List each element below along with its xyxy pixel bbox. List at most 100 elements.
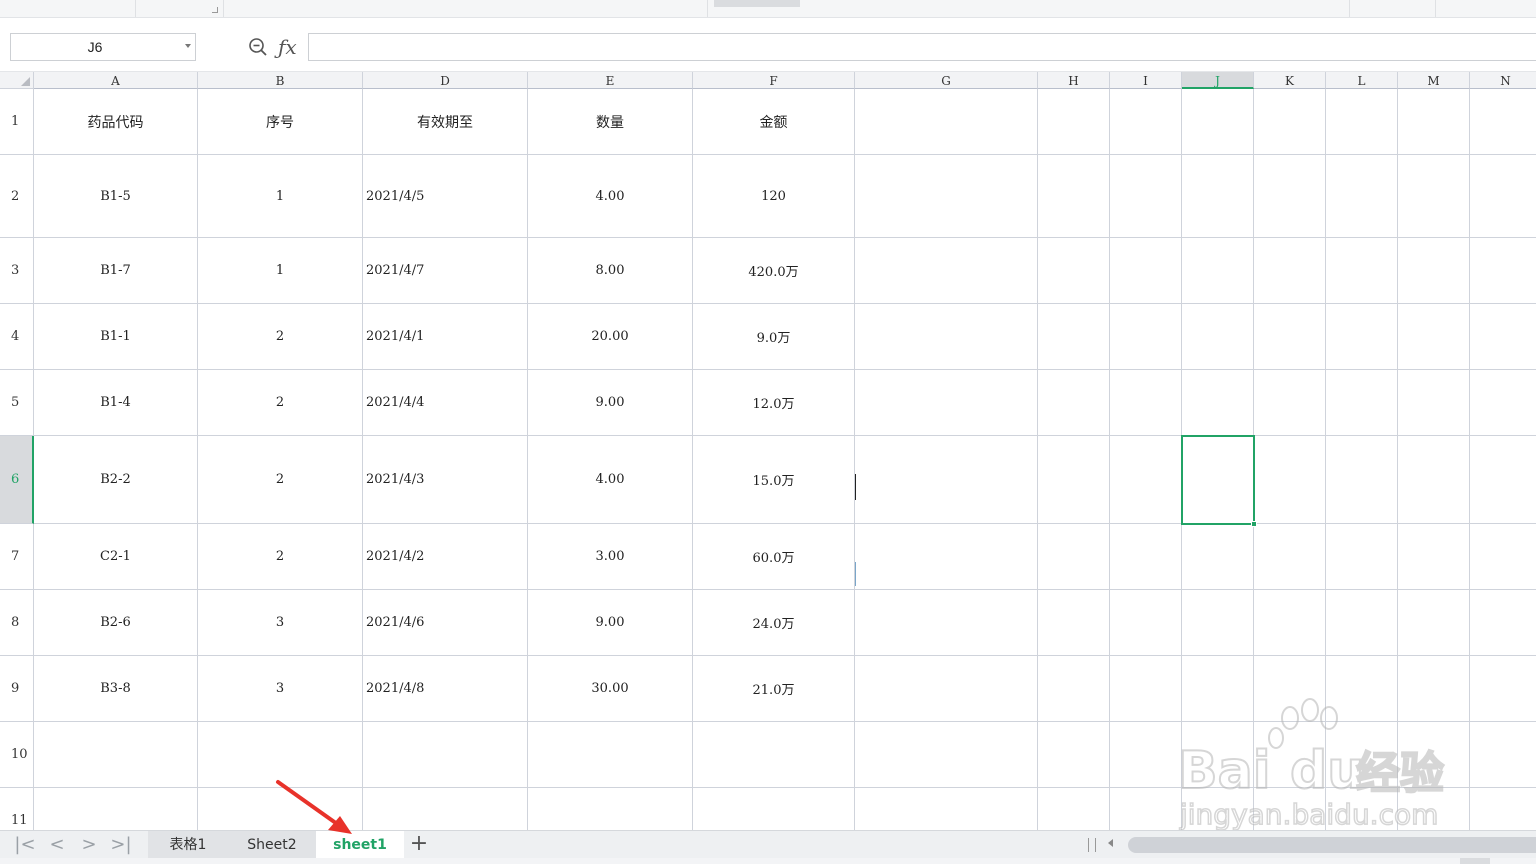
- empty-cell[interactable]: [1182, 788, 1254, 830]
- empty-cell[interactable]: [1182, 590, 1254, 656]
- row-header-11[interactable]: 11: [0, 788, 34, 830]
- scrollbar-thumb[interactable]: [1128, 837, 1536, 853]
- empty-cell[interactable]: [1254, 304, 1326, 370]
- table-header-cell[interactable]: 数量: [528, 89, 693, 155]
- row-header-6[interactable]: 6: [0, 436, 34, 524]
- fill-handle[interactable]: [1251, 521, 1257, 527]
- table-cell[interactable]: B1-5: [34, 155, 198, 238]
- empty-cell[interactable]: [1470, 304, 1536, 370]
- empty-cell[interactable]: [1038, 436, 1110, 524]
- empty-cell[interactable]: [1038, 238, 1110, 304]
- table-cell[interactable]: B1-1: [34, 304, 198, 370]
- empty-cell[interactable]: [1110, 590, 1182, 656]
- table-cell[interactable]: 2021/4/5: [363, 155, 528, 238]
- empty-cell[interactable]: [1326, 436, 1398, 524]
- empty-cell[interactable]: [1470, 155, 1536, 238]
- empty-cell[interactable]: [1182, 524, 1254, 590]
- empty-cell[interactable]: [1326, 155, 1398, 238]
- ribbon-segment[interactable]: [224, 0, 708, 17]
- table-cell[interactable]: 3: [198, 656, 363, 722]
- empty-cell[interactable]: [1470, 89, 1536, 155]
- next-sheet-icon[interactable]: >: [74, 833, 104, 857]
- column-header-f[interactable]: F: [693, 72, 855, 89]
- empty-cell[interactable]: [855, 436, 1038, 524]
- empty-cell[interactable]: [1254, 524, 1326, 590]
- row-header-5[interactable]: 5: [0, 370, 34, 436]
- empty-cell[interactable]: [1038, 722, 1110, 788]
- empty-cell[interactable]: [1470, 722, 1536, 788]
- empty-cell[interactable]: [1470, 238, 1536, 304]
- empty-cell[interactable]: [1110, 155, 1182, 238]
- empty-cell[interactable]: [855, 524, 1038, 590]
- ribbon-segment[interactable]: [1350, 0, 1436, 17]
- empty-cell[interactable]: [1110, 436, 1182, 524]
- table-cell[interactable]: B1-7: [34, 238, 198, 304]
- empty-cell[interactable]: [1326, 370, 1398, 436]
- table-cell[interactable]: 120: [693, 155, 855, 238]
- empty-cell[interactable]: [1038, 89, 1110, 155]
- empty-cell[interactable]: [528, 722, 693, 788]
- table-cell[interactable]: 2: [198, 370, 363, 436]
- empty-cell[interactable]: [1110, 788, 1182, 830]
- empty-cell[interactable]: [1254, 238, 1326, 304]
- row-header-7[interactable]: 7: [0, 524, 34, 590]
- empty-cell[interactable]: [1398, 238, 1470, 304]
- empty-cell[interactable]: [1254, 590, 1326, 656]
- empty-cell[interactable]: [855, 788, 1038, 830]
- column-header-m[interactable]: M: [1398, 72, 1470, 89]
- table-cell[interactable]: 2021/4/7: [363, 238, 528, 304]
- ribbon-segment[interactable]: [1270, 0, 1350, 17]
- empty-cell[interactable]: [1398, 788, 1470, 830]
- empty-cell[interactable]: [1470, 370, 1536, 436]
- empty-cell[interactable]: [1038, 788, 1110, 830]
- column-header-j[interactable]: J: [1182, 72, 1254, 89]
- row-header-9[interactable]: 9: [0, 656, 34, 722]
- empty-cell[interactable]: [1254, 89, 1326, 155]
- empty-cell[interactable]: [1398, 370, 1470, 436]
- name-box[interactable]: J6: [10, 33, 196, 61]
- column-header-n[interactable]: N: [1470, 72, 1536, 89]
- ribbon-segment[interactable]: [0, 0, 136, 17]
- empty-cell[interactable]: [1398, 722, 1470, 788]
- empty-cell[interactable]: [855, 155, 1038, 238]
- split-handle-icon[interactable]: [1088, 838, 1096, 852]
- empty-cell[interactable]: [1326, 788, 1398, 830]
- select-all-corner[interactable]: [0, 72, 34, 89]
- empty-cell[interactable]: [1038, 590, 1110, 656]
- row-header-2[interactable]: 2: [0, 155, 34, 238]
- table-cell[interactable]: 9.0万: [693, 304, 855, 370]
- empty-cell[interactable]: [1326, 89, 1398, 155]
- table-cell[interactable]: 2021/4/3: [363, 436, 528, 524]
- table-cell[interactable]: 9.00: [528, 590, 693, 656]
- table-cell[interactable]: 2021/4/1: [363, 304, 528, 370]
- table-cell[interactable]: 2: [198, 436, 363, 524]
- empty-cell[interactable]: [1110, 304, 1182, 370]
- sheet-tab-1[interactable]: 表格1: [148, 831, 228, 859]
- empty-cell[interactable]: [1038, 656, 1110, 722]
- empty-cell[interactable]: [855, 590, 1038, 656]
- empty-cell[interactable]: [528, 788, 693, 830]
- empty-cell[interactable]: [363, 722, 528, 788]
- empty-cell[interactable]: [855, 370, 1038, 436]
- empty-cell[interactable]: [1254, 788, 1326, 830]
- table-cell[interactable]: 20.00: [528, 304, 693, 370]
- empty-cell[interactable]: [1182, 238, 1254, 304]
- empty-cell[interactable]: [1470, 656, 1536, 722]
- empty-cell[interactable]: [1398, 89, 1470, 155]
- add-sheet-button[interactable]: +: [406, 832, 432, 858]
- table-cell[interactable]: 3.00: [528, 524, 693, 590]
- prev-sheet-icon[interactable]: <: [42, 833, 72, 857]
- table-cell[interactable]: 30.00: [528, 656, 693, 722]
- empty-cell[interactable]: [1326, 304, 1398, 370]
- empty-cell[interactable]: [1254, 436, 1326, 524]
- empty-cell[interactable]: [1254, 722, 1326, 788]
- scroll-left-icon[interactable]: [1108, 839, 1113, 847]
- table-cell[interactable]: 15.0万: [693, 436, 855, 524]
- table-cell[interactable]: 60.0万: [693, 524, 855, 590]
- empty-cell[interactable]: [1398, 656, 1470, 722]
- dialog-launcher-icon[interactable]: [212, 7, 218, 13]
- empty-cell[interactable]: [1110, 656, 1182, 722]
- table-cell[interactable]: 2021/4/6: [363, 590, 528, 656]
- empty-cell[interactable]: [1326, 722, 1398, 788]
- table-cell[interactable]: 12.0万: [693, 370, 855, 436]
